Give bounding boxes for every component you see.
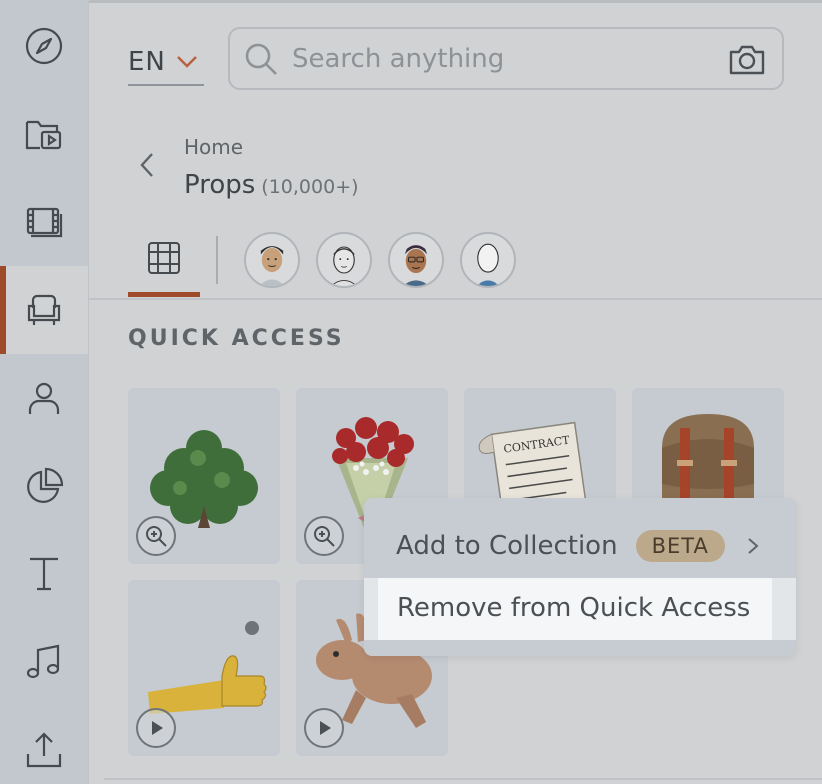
- search-icon: [245, 43, 277, 75]
- active-tab-indicator: [128, 292, 200, 297]
- beta-badge: BETA: [635, 530, 725, 562]
- tab-all-props[interactable]: [128, 236, 200, 294]
- search-input[interactable]: [292, 43, 712, 74]
- grid-icon: [148, 242, 180, 274]
- play-icon: [320, 721, 331, 735]
- rail-item-scenes[interactable]: [0, 178, 88, 266]
- character-style-avatar-1[interactable]: [244, 232, 300, 288]
- play-icon: [152, 721, 163, 735]
- back-chevron-icon[interactable]: [136, 150, 160, 180]
- rail-item-charts[interactable]: [0, 442, 88, 530]
- zoom-icon: [146, 526, 167, 547]
- character-face-4: [476, 243, 500, 286]
- rail-item-characters[interactable]: [0, 354, 88, 442]
- breadcrumb-parent[interactable]: Home: [184, 135, 243, 159]
- rail-item-text[interactable]: [0, 530, 88, 618]
- text-icon: [30, 557, 58, 591]
- section-title: QUICK ACCESS: [128, 326, 345, 351]
- upload-icon: [26, 732, 62, 768]
- header-divider: [88, 298, 822, 300]
- character-style-avatar-4[interactable]: [460, 232, 516, 288]
- camera-icon[interactable]: [728, 42, 766, 76]
- search-bar: [228, 27, 784, 90]
- pie-chart-icon: [27, 467, 64, 503]
- menu-item-add-to-collection[interactable]: Add to Collection BETA: [364, 516, 796, 576]
- chevron-right-icon: [748, 538, 759, 554]
- rail-item-props[interactable]: [0, 266, 88, 354]
- asset-tile-thumbs-up[interactable]: [128, 580, 280, 756]
- item-count: (10,000+): [261, 176, 359, 198]
- zoom-button[interactable]: [304, 516, 344, 556]
- context-menu: Add to Collection BETA Remove from Quick…: [364, 498, 796, 656]
- chevron-down-icon: [177, 56, 197, 68]
- asset-tile-bush[interactable]: [128, 388, 280, 564]
- top-border: [0, 0, 822, 3]
- character-face-2: [330, 246, 358, 286]
- rail-item-audio[interactable]: [0, 618, 88, 706]
- menu-item-remove-from-quick-access[interactable]: Remove from Quick Access: [364, 578, 796, 640]
- compass-icon: [25, 27, 63, 65]
- rail-item-upload[interactable]: [0, 706, 88, 784]
- zoom-icon: [314, 526, 335, 547]
- language-code: EN: [128, 47, 166, 77]
- bottom-divider: [104, 778, 822, 780]
- armchair-icon: [27, 294, 61, 325]
- folder-video-icon: [25, 120, 62, 150]
- play-button[interactable]: [304, 708, 344, 748]
- music-icon: [26, 644, 60, 679]
- rail-divider: [88, 0, 89, 784]
- remove-label: Remove from Quick Access: [397, 593, 751, 623]
- character-style-avatar-2[interactable]: [316, 232, 372, 288]
- language-selector[interactable]: EN: [128, 40, 204, 86]
- zoom-button[interactable]: [136, 516, 176, 556]
- page-title-text: Props: [184, 170, 256, 200]
- character-face-1: [259, 246, 285, 286]
- rail-item-explore[interactable]: [0, 2, 88, 90]
- add-to-collection-label: Add to Collection: [396, 531, 618, 561]
- tab-separator: [216, 236, 218, 284]
- page-title: Props (10,000+): [184, 170, 359, 200]
- rail-item-projects[interactable]: [0, 90, 88, 178]
- play-button[interactable]: [136, 708, 176, 748]
- film-icon: [26, 207, 63, 238]
- character-style-avatar-3[interactable]: [388, 232, 444, 288]
- character-face-3: [403, 245, 429, 286]
- person-icon: [28, 382, 60, 414]
- left-rail: [0, 0, 88, 784]
